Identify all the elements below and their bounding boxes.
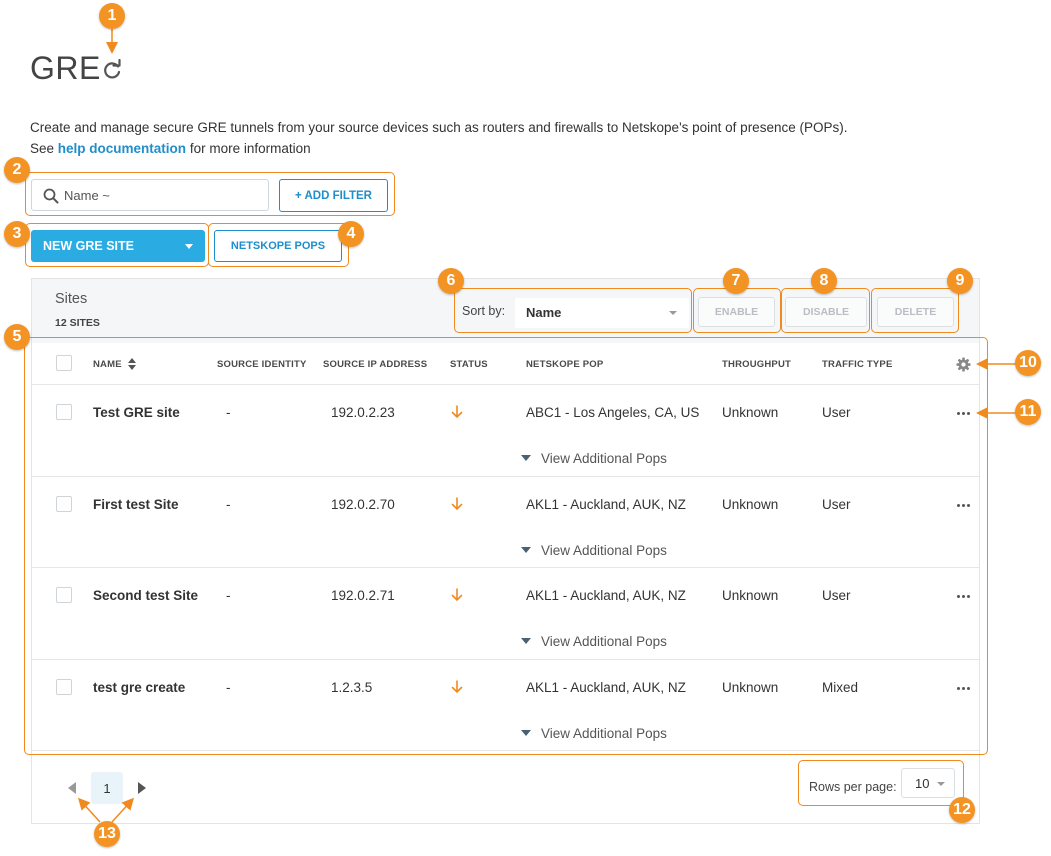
callout-highlight-table xyxy=(24,337,988,755)
callout-highlight-enable xyxy=(693,288,781,333)
callout-badge: 13 xyxy=(94,821,120,847)
callout-badge: 7 xyxy=(723,268,749,294)
sites-count: 12 SITES xyxy=(55,317,100,329)
help-documentation-link[interactable]: help documentation xyxy=(58,141,186,156)
callout-highlight-disable xyxy=(781,288,870,333)
description-more: for more information xyxy=(189,141,311,156)
page-title: GRE xyxy=(30,50,101,86)
callout-badge: 8 xyxy=(811,268,837,294)
callout-badge: 11 xyxy=(1015,399,1041,425)
callout-badge: 3 xyxy=(4,221,30,247)
callout-highlight-new-site xyxy=(25,223,209,267)
sites-title: Sites xyxy=(55,291,88,307)
callout-highlight-filter xyxy=(25,172,395,216)
callout-badge: 2 xyxy=(4,157,30,183)
description-line: Create and manage secure GRE tunnels fro… xyxy=(30,120,848,135)
page-description: Create and manage secure GRE tunnels fro… xyxy=(30,117,847,159)
callout-badge: 1 xyxy=(99,3,125,29)
callout-highlight-delete xyxy=(871,288,959,333)
callout-highlight-pops xyxy=(208,223,349,267)
callout-badge: 5 xyxy=(4,324,30,350)
chevron-left-icon[interactable] xyxy=(68,782,76,794)
callout-badge: 10 xyxy=(1015,350,1041,376)
callout-badge: 6 xyxy=(438,268,464,294)
callout-badge: 9 xyxy=(947,268,973,294)
refresh-icon[interactable] xyxy=(101,59,123,81)
callout-highlight-rows-per-page xyxy=(798,760,964,806)
callout-badge: 4 xyxy=(338,221,364,247)
page-number-button[interactable]: 1 xyxy=(91,772,123,804)
chevron-right-icon[interactable] xyxy=(138,782,146,794)
callout-badge: 12 xyxy=(949,797,975,823)
callout-highlight-sort xyxy=(454,288,692,333)
description-see: See xyxy=(30,141,55,156)
